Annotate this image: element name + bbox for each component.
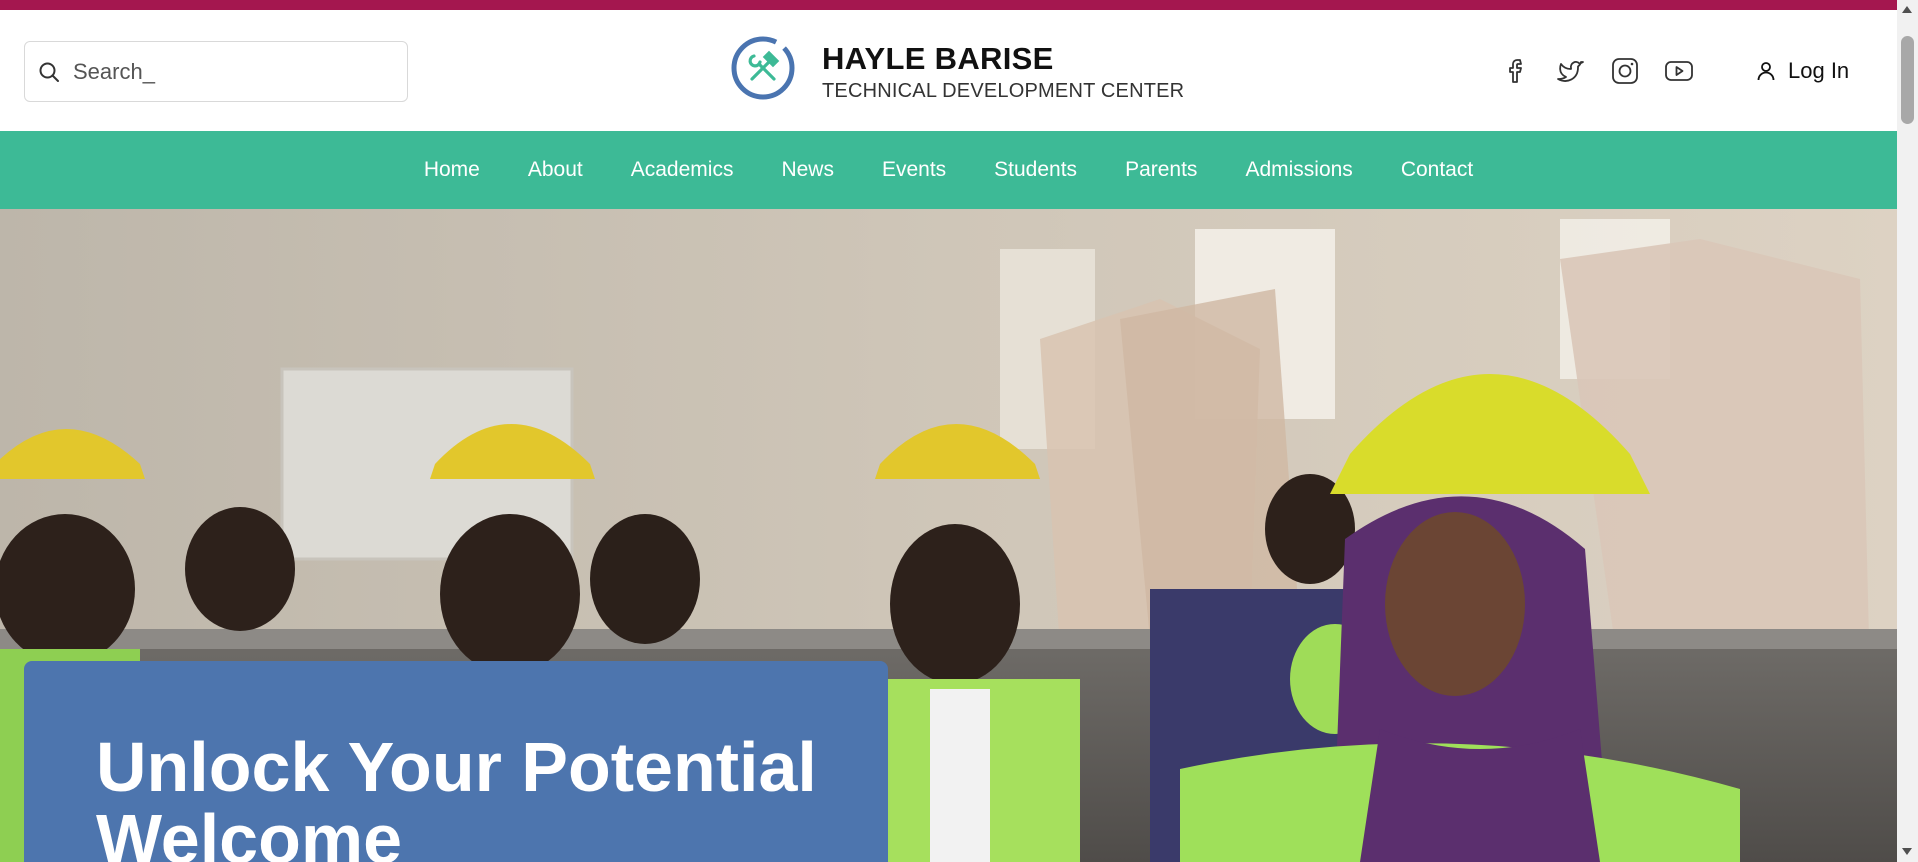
brand-subtitle: TECHNICAL DEVELOPMENT CENTER	[822, 80, 1185, 102]
user-icon	[1757, 62, 1775, 81]
hero-card: Unlock Your Potential Welcome	[24, 661, 888, 862]
login-button[interactable]: Log In	[1754, 54, 1849, 88]
hero-section: Unlock Your Potential Welcome	[0, 209, 1897, 862]
hammer-wrench-icon	[731, 36, 795, 100]
nav-item-admissions[interactable]: Admissions	[1245, 158, 1352, 182]
page-scrollbar[interactable]	[1897, 0, 1918, 862]
scroll-up-arrow-icon[interactable]	[1902, 6, 1912, 13]
brand-title: HAYLE BARISE	[822, 41, 1054, 76]
nav-item-about[interactable]: About	[528, 158, 583, 182]
hero-heading: Unlock Your Potential Welcome	[96, 728, 817, 862]
site-header: HAYLE BARISE TECHNICAL DEVELOPMENT CENTE…	[0, 10, 1897, 131]
nav-item-contact[interactable]: Contact	[1401, 158, 1473, 182]
instagram-icon[interactable]	[1608, 54, 1642, 88]
nav-item-home[interactable]: Home	[424, 158, 480, 182]
search-input[interactable]	[73, 42, 393, 101]
nav-item-students[interactable]: Students	[994, 158, 1077, 182]
nav-item-academics[interactable]: Academics	[631, 158, 734, 182]
search-icon	[39, 62, 59, 82]
youtube-icon[interactable]	[1662, 54, 1696, 88]
nav-item-news[interactable]: News	[781, 158, 834, 182]
twitter-icon[interactable]	[1554, 54, 1588, 88]
search-box[interactable]	[24, 41, 408, 102]
scroll-down-arrow-icon[interactable]	[1902, 848, 1912, 855]
scrollbar-thumb[interactable]	[1901, 36, 1914, 124]
main-nav: Home About Academics News Events Student…	[0, 131, 1897, 209]
nav-item-parents[interactable]: Parents	[1125, 158, 1197, 182]
facebook-icon[interactable]	[1500, 54, 1534, 88]
nav-item-events[interactable]: Events	[882, 158, 946, 182]
top-accent-bar	[0, 0, 1897, 10]
login-label: Log In	[1788, 58, 1850, 83]
